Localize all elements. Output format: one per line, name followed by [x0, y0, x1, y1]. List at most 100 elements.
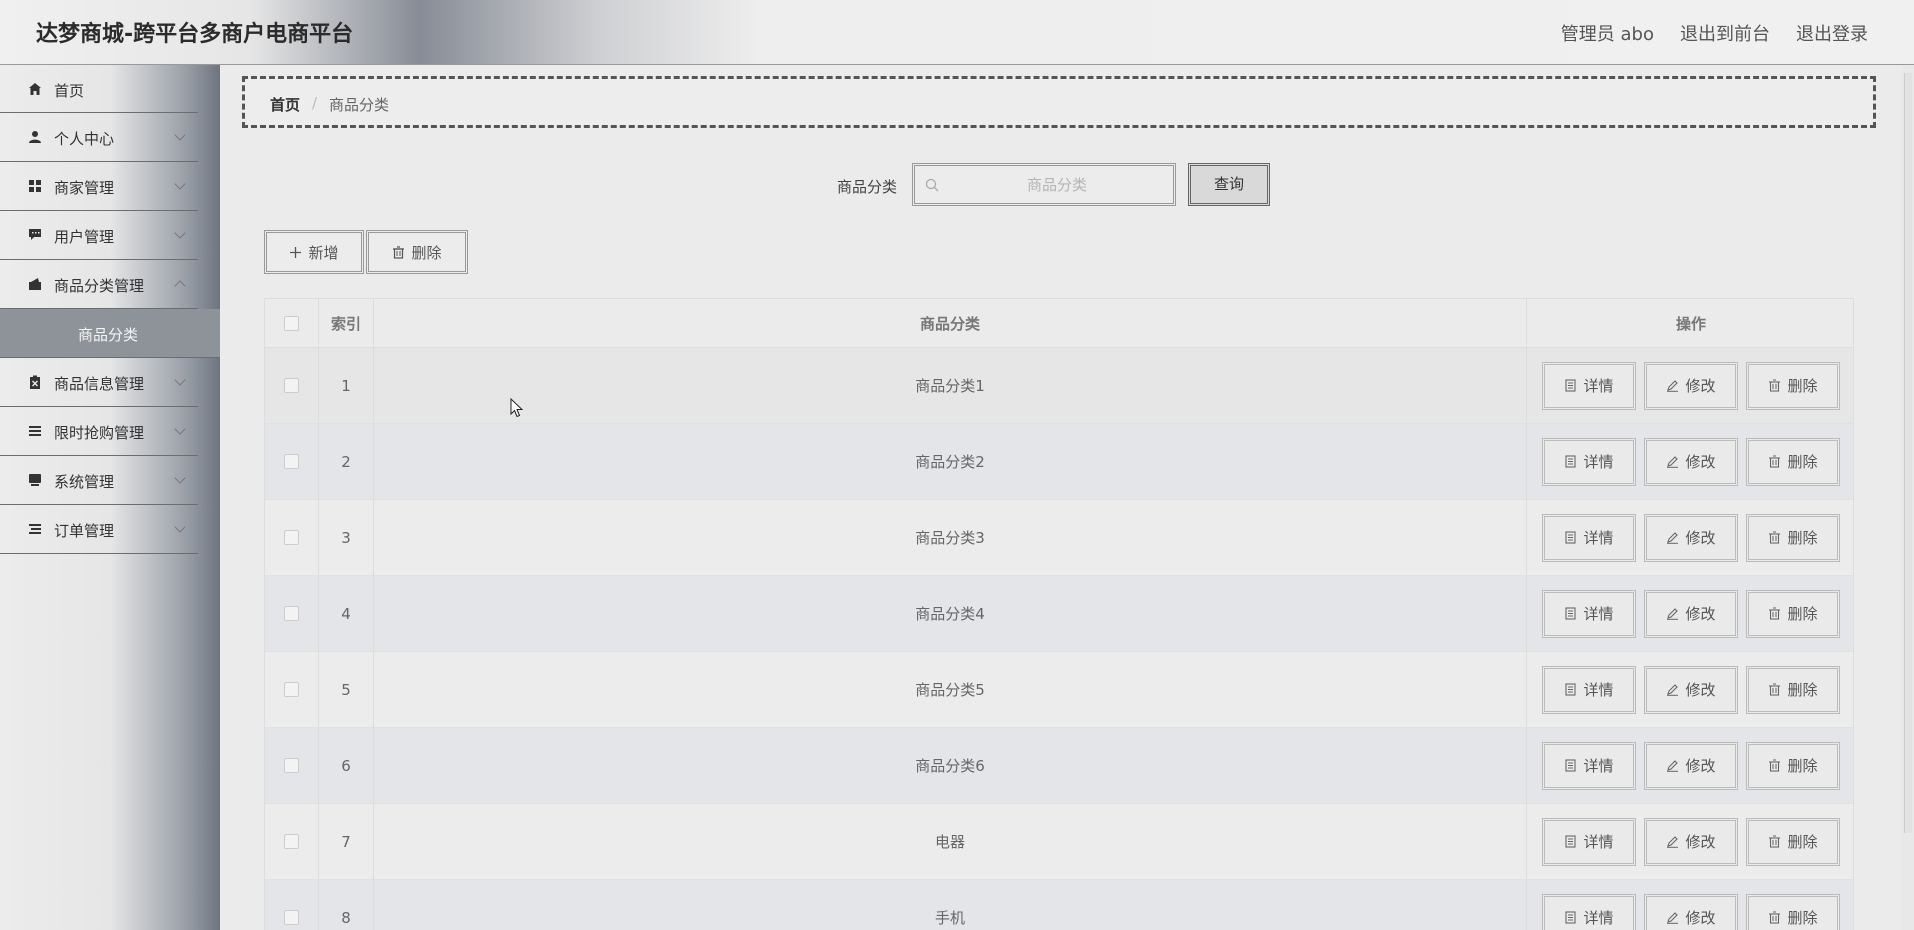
trash-icon — [1769, 911, 1781, 924]
pencil-icon — [1667, 380, 1679, 392]
detail-button-label: 详情 — [1583, 757, 1614, 775]
detail-button[interactable]: 详情 — [1542, 589, 1636, 638]
sidebar-item-product-info-management[interactable]: 商品信息管理 — [0, 358, 198, 407]
chevron-down-icon — [174, 227, 186, 239]
document-icon — [1565, 607, 1577, 620]
row-check-cell — [265, 804, 319, 879]
row-checkbox[interactable] — [284, 378, 299, 393]
batch-delete-button[interactable]: 删除 — [366, 230, 468, 274]
pencil-icon — [1667, 532, 1679, 544]
sidebar-item-merchant-management[interactable]: 商家管理 — [0, 162, 198, 211]
row-delete-button-label: 删除 — [1787, 605, 1818, 623]
scrollbar-thumb[interactable] — [1904, 73, 1912, 833]
edit-button-label: 修改 — [1685, 453, 1716, 471]
sidebar-item-personal-center[interactable]: 个人中心 — [0, 113, 198, 162]
row-checkbox[interactable] — [284, 530, 299, 545]
sidebar-item-home[interactable]: 首页 — [0, 65, 198, 113]
sidebar-item-order-management[interactable]: 订单管理 — [0, 505, 198, 554]
edit-button[interactable]: 修改 — [1644, 513, 1738, 562]
row-delete-button[interactable]: 删除 — [1746, 817, 1840, 866]
admin-user-link[interactable]: 管理员 abo — [1561, 20, 1654, 46]
breadcrumb: 首页 / 商品分类 — [242, 76, 1876, 128]
select-all-checkbox[interactable] — [284, 315, 299, 331]
row-delete-button[interactable]: 删除 — [1746, 589, 1840, 638]
detail-button-label: 详情 — [1583, 605, 1614, 623]
row-checkbox[interactable] — [284, 834, 299, 849]
row-checkbox[interactable] — [284, 606, 299, 621]
document-icon — [1565, 379, 1577, 392]
row-index: 2 — [319, 424, 374, 499]
edit-button[interactable]: 修改 — [1644, 893, 1738, 930]
edit-button-label: 修改 — [1685, 529, 1716, 547]
query-button[interactable]: 查询 — [1188, 163, 1270, 206]
trash-icon — [1769, 531, 1781, 544]
edit-button[interactable]: 修改 — [1644, 589, 1738, 638]
row-operations: 详情 修改 删除 — [1527, 804, 1853, 879]
sidebar-item-user-management[interactable]: 用户管理 — [0, 211, 198, 260]
sidebar-item-system-management[interactable]: 系统管理 — [0, 456, 198, 505]
header-category: 商品分类 — [374, 299, 1527, 347]
detail-button[interactable]: 详情 — [1542, 741, 1636, 790]
sidebar-item-label: 商家管理 — [54, 179, 115, 197]
search-field[interactable] — [912, 163, 1176, 206]
pencil-icon — [1667, 836, 1679, 848]
detail-button[interactable]: 详情 — [1542, 513, 1636, 562]
sidebar-item-label: 个人中心 — [54, 130, 115, 148]
row-delete-button-label: 删除 — [1787, 377, 1818, 395]
detail-button[interactable]: 详情 — [1542, 893, 1636, 930]
search-label: 商品分类 — [837, 178, 898, 196]
breadcrumb-home[interactable]: 首页 — [270, 94, 300, 115]
row-delete-button[interactable]: 删除 — [1746, 665, 1840, 714]
row-check-cell — [265, 728, 319, 803]
row-checkbox[interactable] — [284, 682, 299, 697]
sidebar-item-label: 订单管理 — [54, 522, 115, 540]
row-checkbox[interactable] — [284, 910, 299, 925]
page-scrollbar[interactable] — [1902, 65, 1914, 930]
table-row: 8 手机 详情 修改 删除 — [265, 880, 1853, 930]
row-check-cell — [265, 424, 319, 499]
trash-icon — [1769, 835, 1781, 848]
row-delete-button[interactable]: 删除 — [1746, 893, 1840, 930]
sidebar-subitem-label: 商品分类 — [78, 326, 139, 344]
detail-button[interactable]: 详情 — [1542, 437, 1636, 486]
edit-button[interactable]: 修改 — [1644, 361, 1738, 410]
breadcrumb-current: 商品分类 — [329, 96, 390, 114]
detail-button-label: 详情 — [1583, 909, 1614, 927]
edit-button-label: 修改 — [1685, 909, 1716, 927]
row-checkbox[interactable] — [284, 758, 299, 773]
detail-button[interactable]: 详情 — [1542, 665, 1636, 714]
row-checkbox[interactable] — [284, 454, 299, 469]
logout-link[interactable]: 退出登录 — [1796, 20, 1868, 46]
row-delete-button-label: 删除 — [1787, 453, 1818, 471]
row-delete-button[interactable]: 删除 — [1746, 437, 1840, 486]
row-delete-button-label: 删除 — [1787, 529, 1818, 547]
pencil-icon — [1667, 912, 1679, 924]
add-button[interactable]: 新增 — [264, 230, 364, 274]
edit-button[interactable]: 修改 — [1644, 665, 1738, 714]
detail-button[interactable]: 详情 — [1542, 817, 1636, 866]
chevron-down-icon — [174, 374, 186, 386]
table-header: 索引 商品分类 操作 — [265, 298, 1853, 348]
wallet-icon — [29, 278, 41, 290]
document-icon — [1565, 835, 1577, 848]
detail-button-label: 详情 — [1583, 833, 1614, 851]
chevron-down-icon — [174, 423, 186, 435]
edit-button[interactable]: 修改 — [1644, 437, 1738, 486]
sidebar-item-flash-sale-management[interactable]: 限时抢购管理 — [0, 407, 198, 456]
row-delete-button[interactable]: 删除 — [1746, 361, 1840, 410]
row-delete-button-label: 删除 — [1787, 681, 1818, 699]
sidebar-subitem-category[interactable]: 商品分类 — [0, 309, 220, 358]
row-index: 8 — [319, 880, 374, 930]
row-delete-button[interactable]: 删除 — [1746, 741, 1840, 790]
edit-button[interactable]: 修改 — [1644, 741, 1738, 790]
edit-button[interactable]: 修改 — [1644, 817, 1738, 866]
sidebar-item-category-management[interactable]: 商品分类管理 — [0, 260, 198, 309]
search-input[interactable] — [947, 174, 1167, 196]
trash-icon — [1769, 379, 1781, 392]
chevron-down-icon — [174, 521, 186, 533]
exit-to-front-link[interactable]: 退出到前台 — [1680, 20, 1770, 46]
detail-button[interactable]: 详情 — [1542, 361, 1636, 410]
row-delete-button[interactable]: 删除 — [1746, 513, 1840, 562]
header-check-cell — [265, 299, 319, 347]
edit-button-label: 修改 — [1685, 833, 1716, 851]
